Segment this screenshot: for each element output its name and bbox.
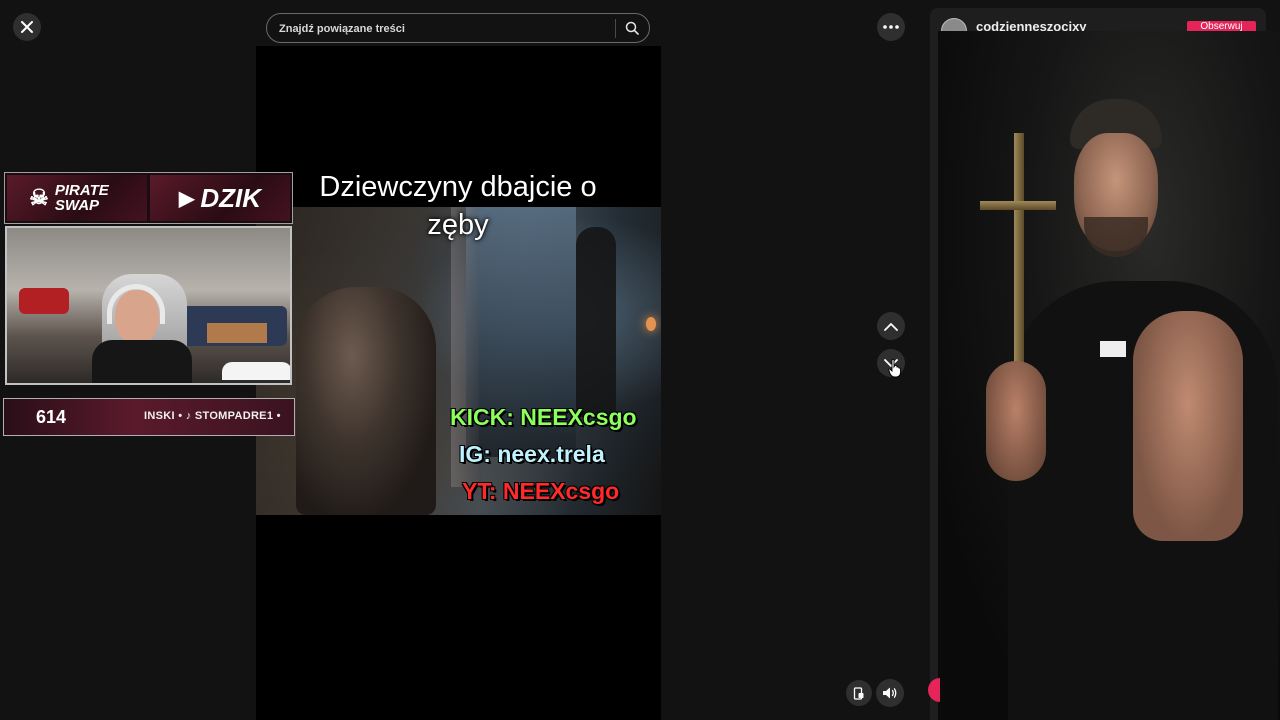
close-icon [21, 21, 33, 33]
sponsor-dzik: ▶ DZIK [150, 175, 290, 221]
priest-fist [986, 361, 1046, 481]
video-scene-lamp [646, 317, 656, 331]
webcam-red-object [19, 288, 69, 314]
kick-prefix: KICK: [450, 404, 521, 430]
video-scene-figure [576, 227, 616, 417]
webcam-streamer-body [92, 340, 192, 383]
sponsor-pirate-swap: ☠ PIRATE SWAP [7, 175, 147, 221]
video-caption: Dziewczyny dbajcie o zęby [319, 171, 597, 241]
hand-cursor-icon [888, 358, 901, 378]
search-input[interactable] [277, 20, 611, 38]
priest-beard [1084, 217, 1148, 257]
crucifix-vertical [1014, 133, 1024, 373]
more-icon [883, 25, 899, 29]
priest-face [1070, 99, 1162, 361]
ig-prefix: IG: [459, 441, 498, 467]
ig-name: neex.trela [497, 441, 605, 467]
popup-ad-image[interactable] [938, 31, 1280, 720]
ig-handle: IG: neex.trela [459, 441, 605, 468]
viewer-count: 614 [36, 407, 67, 427]
search-divider [615, 19, 616, 38]
yt-handle: YT: NEEXcsgo [462, 478, 619, 505]
kick-name: NEEXcsgo [520, 404, 637, 430]
yt-prefix: YT: [462, 478, 503, 504]
socials-ticker: INSKI • ♪ STOMPADRE1 • [144, 410, 281, 422]
viewer-counter-bar: 614 INSKI • ♪ STOMPADRE1 • [3, 398, 295, 436]
search-icon [625, 21, 639, 35]
previous-video-button[interactable] [877, 312, 905, 340]
pirate-logo-icon: ☠ [29, 185, 49, 210]
volume-button[interactable] [876, 679, 904, 707]
priest-collar [1100, 341, 1126, 357]
crucifix-horizontal [980, 201, 1056, 210]
chevron-up-icon [884, 322, 898, 331]
close-button[interactable] [13, 13, 41, 41]
search-bar [266, 13, 650, 43]
volume-icon [883, 687, 897, 699]
picture-in-picture-button[interactable] [846, 680, 872, 706]
streamer-webcam [5, 226, 292, 385]
webcam-light [222, 362, 290, 380]
more-options-button[interactable] [877, 13, 905, 41]
picture-in-picture-icon [853, 686, 864, 700]
webcam-table [207, 323, 267, 343]
sponsor-dzik-label: DZIK [200, 182, 262, 213]
sponsor-bar: ☠ PIRATE SWAP ▶ DZIK [4, 172, 293, 224]
kick-handle: KICK: NEEXcsgo [450, 404, 637, 431]
sponsor-pirate-label: PIRATE SWAP [54, 182, 109, 214]
yt-name: NEEXcsgo [502, 478, 620, 504]
video-frame [256, 207, 661, 515]
search-button[interactable] [620, 17, 644, 39]
boar-logo-icon: ▶ [178, 187, 195, 210]
video-scene-person [296, 287, 436, 515]
priest-open-hand [1133, 311, 1243, 541]
